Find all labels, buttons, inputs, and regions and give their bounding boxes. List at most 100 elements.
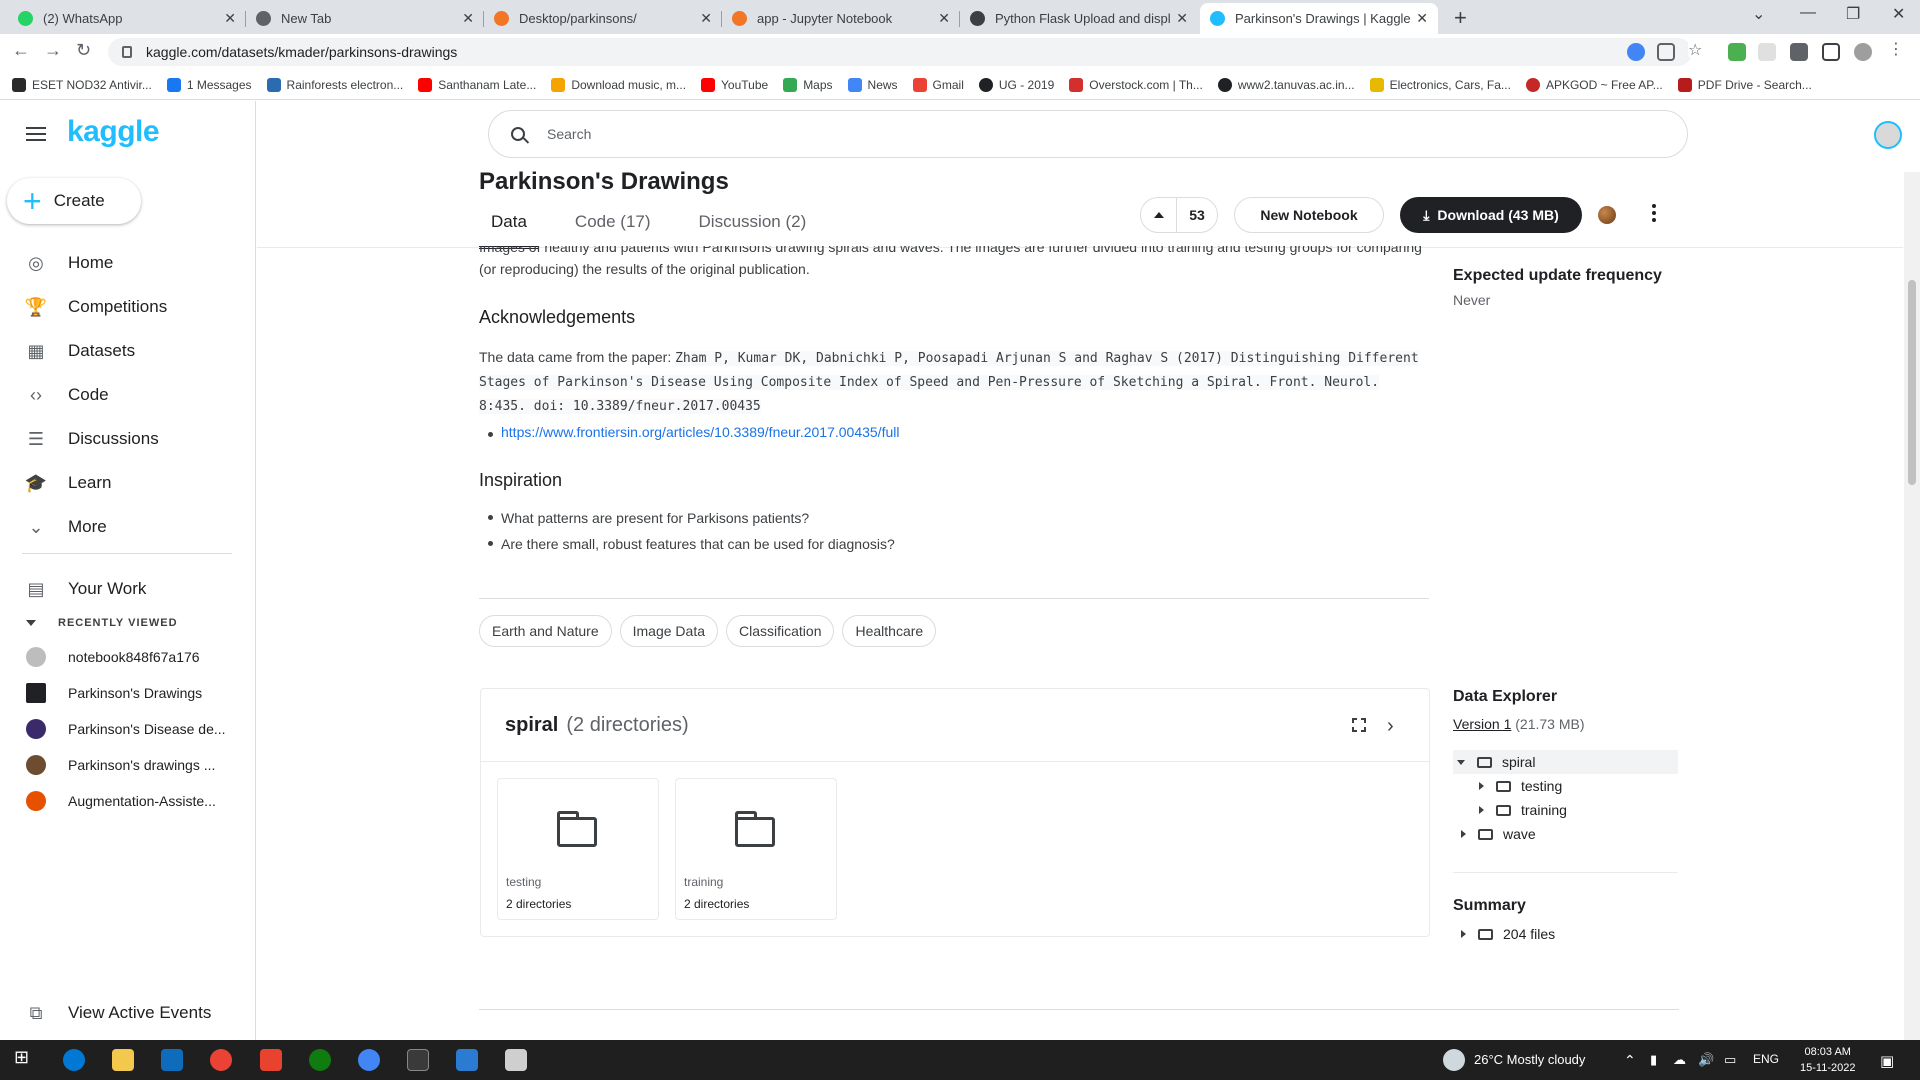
tree-item[interactable]: 204 files [1453, 922, 1678, 946]
close-icon[interactable]: ✕ [1416, 10, 1428, 27]
caret-down-icon[interactable] [1457, 759, 1465, 765]
tree-item[interactable]: spiral [1453, 750, 1678, 774]
browser-tab[interactable]: app - Jupyter Notebook ✕ [722, 3, 960, 34]
bookmark[interactable]: PDF Drive - Search... [1677, 77, 1812, 92]
puzzle-icon[interactable] [1790, 43, 1808, 61]
bookmark[interactable]: Santhanam Late... [418, 77, 536, 92]
chevron-up-icon[interactable]: ⌃ [1624, 1052, 1636, 1069]
weather-text[interactable]: 26°C Mostly cloudy [1474, 1052, 1585, 1067]
search-input[interactable]: Search [488, 110, 1688, 158]
fullscreen-icon[interactable] [1352, 718, 1366, 732]
reload-icon[interactable]: ↻ [76, 40, 91, 61]
maximize-icon[interactable]: ❐ [1846, 4, 1860, 24]
close-icon[interactable]: ✕ [938, 10, 950, 27]
avatar[interactable] [1874, 121, 1902, 149]
windows-start-icon[interactable]: ⊞ [14, 1047, 36, 1069]
onedrive-icon[interactable]: ☁ [1673, 1052, 1686, 1068]
chrome-icon[interactable] [210, 1049, 232, 1071]
office-icon[interactable] [260, 1049, 282, 1071]
bookmark[interactable]: Download music, m... [551, 77, 686, 92]
caret-right-icon[interactable] [1479, 806, 1484, 814]
photos-icon[interactable] [456, 1049, 478, 1071]
more-options-icon[interactable] [1652, 204, 1656, 225]
chrome-icon[interactable] [358, 1049, 380, 1071]
tree-item[interactable]: training [1453, 798, 1678, 822]
browser-tab[interactable]: Python Flask Upload and display ✕ [960, 3, 1198, 34]
sidebar-item-discussions[interactable]: ☰ Discussions [0, 417, 255, 461]
recent-item[interactable]: Parkinson's drawings ... [0, 747, 255, 783]
paper-link[interactable]: https://www.frontiersin.org/articles/10.… [487, 424, 899, 440]
tab-discussion[interactable]: Discussion (2) [687, 212, 819, 249]
caret-right-icon[interactable] [1479, 782, 1484, 790]
bookmark[interactable]: Overstock.com | Th... [1069, 77, 1203, 92]
bookmark[interactable]: Maps [783, 77, 833, 92]
new-tab-icon[interactable]: + [1454, 5, 1467, 31]
minimize-icon[interactable]: — [1800, 4, 1816, 22]
upvote-button[interactable]: 53 [1140, 197, 1218, 233]
share-icon[interactable] [1657, 43, 1675, 61]
browser-tab-active[interactable]: Parkinson's Drawings | Kaggle ✕ [1200, 3, 1438, 34]
recent-item[interactable]: Parkinson's Disease de... [0, 711, 255, 747]
menu-icon[interactable]: ⋮ [1888, 39, 1906, 58]
window-close-icon[interactable]: ✕ [1892, 4, 1905, 24]
network-icon[interactable]: ▭ [1724, 1052, 1736, 1068]
profile-icon[interactable] [1854, 43, 1872, 61]
sidebar-item-home[interactable]: ◎ Home [0, 241, 255, 285]
tab-code[interactable]: Code (17) [563, 212, 663, 249]
tree-item[interactable]: testing [1453, 774, 1678, 798]
back-icon[interactable]: ← [12, 40, 30, 61]
bookmark[interactable]: APKGOD ~ Free AP... [1525, 77, 1663, 92]
forward-icon[interactable]: → [44, 40, 62, 61]
taskbar-clock[interactable]: 08:03 AM 15-11-2022 [1800, 1044, 1855, 1076]
folder-card[interactable]: training 2 directories [675, 778, 837, 920]
download-button[interactable]: ⤓ Download (43 MB) [1400, 197, 1582, 233]
google-icon[interactable] [1627, 43, 1645, 61]
star-icon[interactable]: ☆ [1688, 40, 1706, 59]
sidepanel-icon[interactable] [1822, 43, 1840, 61]
edge-icon[interactable] [63, 1049, 85, 1071]
sidebar-item-learn[interactable]: 🎓 Learn [0, 461, 255, 505]
bookmark[interactable]: Electronics, Cars, Fa... [1369, 77, 1511, 92]
scrollbar-thumb[interactable] [1908, 280, 1916, 485]
terminal-icon[interactable] [407, 1049, 429, 1071]
bookmark[interactable]: ESET NOD32 Antivir... [12, 77, 152, 92]
caret-right-icon[interactable] [1461, 830, 1466, 838]
app-icon[interactable] [505, 1049, 527, 1071]
bookmark[interactable]: www2.tanuvas.ac.in... [1217, 77, 1355, 92]
bookmark[interactable]: News [847, 77, 898, 92]
notifications-icon[interactable]: ▣ [1880, 1052, 1894, 1070]
caret-right-icon[interactable] [1461, 930, 1466, 938]
battery-icon[interactable]: ▮ [1650, 1052, 1657, 1068]
browser-tab[interactable]: Desktop/parkinsons/ ✕ [484, 3, 722, 34]
sidebar-item-competitions[interactable]: 🏆 Competitions [0, 285, 255, 329]
file-explorer-icon[interactable] [112, 1049, 134, 1071]
chevron-down-icon[interactable]: ⌄ [1752, 4, 1765, 24]
bookmark[interactable]: UG - 2019 [978, 77, 1054, 92]
extension-icon[interactable] [1758, 43, 1776, 61]
tag-chip[interactable]: Healthcare [842, 615, 937, 647]
close-icon[interactable]: ✕ [462, 10, 474, 27]
bookmark[interactable]: YouTube [701, 77, 768, 92]
bookmark[interactable]: Rainforests electron... [266, 77, 403, 92]
folder-card[interactable]: testing 2 directories [497, 778, 659, 920]
browser-tab[interactable]: (2) WhatsApp ✕ [8, 3, 246, 34]
tree-item[interactable]: wave [1453, 822, 1678, 846]
language-indicator[interactable]: ENG [1753, 1052, 1779, 1066]
upvote-arrow-icon[interactable] [1141, 197, 1177, 233]
close-icon[interactable]: ✕ [1176, 10, 1188, 27]
sidebar-item-more[interactable]: ⌄ More [0, 505, 255, 549]
owner-avatar[interactable] [1598, 206, 1616, 224]
recent-item[interactable]: Parkinson's Drawings [0, 675, 255, 711]
speaker-icon[interactable]: 🔊 [1698, 1052, 1714, 1068]
store-icon[interactable] [161, 1049, 183, 1071]
address-bar[interactable]: kaggle.com/datasets/kmader/parkinsons-dr… [108, 38, 1692, 66]
bookmark[interactable]: 1 Messages [166, 77, 252, 92]
close-icon[interactable]: ✕ [700, 10, 712, 27]
chevron-right-icon[interactable]: › [1387, 715, 1394, 738]
create-button[interactable]: + Create [7, 178, 141, 224]
bookmark[interactable]: Gmail [912, 77, 964, 92]
sidebar-item-your-work[interactable]: ▤ Your Work [0, 567, 255, 611]
tag-chip[interactable]: Earth and Nature [479, 615, 612, 647]
page-scrollbar[interactable] [1904, 172, 1920, 1040]
kaggle-logo[interactable]: kaggle [67, 115, 160, 149]
